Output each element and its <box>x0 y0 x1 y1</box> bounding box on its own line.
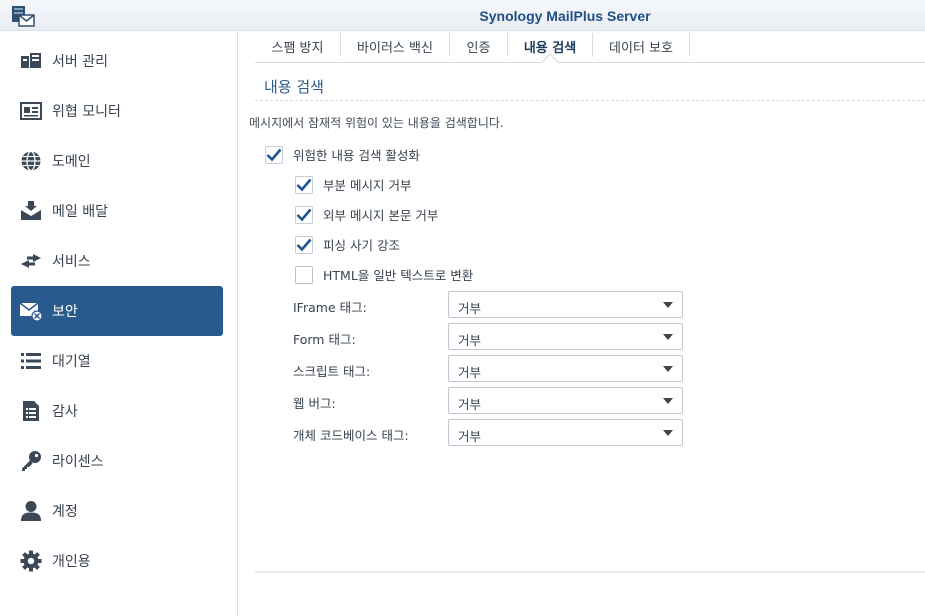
select-value: 거부 <box>458 429 482 444</box>
checkmark-icon <box>296 178 312 191</box>
user-icon <box>19 499 43 523</box>
sidebar-item-label: 메일 배달 <box>52 204 108 220</box>
sidebar-item-label: 개인용 <box>52 554 91 570</box>
checkmark-icon <box>296 238 312 251</box>
sidebar-item-license[interactable]: 라이센스 <box>11 436 223 486</box>
select-value: 거부 <box>458 333 482 348</box>
checkbox-label: 피싱 사기 강조 <box>323 238 400 253</box>
chevron-down-icon[interactable] <box>663 334 673 340</box>
server-icon <box>19 49 43 73</box>
sidebar-item-account[interactable]: 계정 <box>11 486 223 536</box>
checkbox-box[interactable] <box>265 145 283 164</box>
sidebar-item-label: 라이센스 <box>52 454 104 470</box>
checkmark-icon <box>296 208 312 221</box>
sidebar-item-label: 감사 <box>52 404 78 420</box>
iframe-tag-label: IFrame 태그: <box>293 300 367 315</box>
sidebar-item-audit[interactable]: 감사 <box>11 386 223 436</box>
convert-html-to-text-checkbox[interactable]: HTML을 일반 텍스트로 변환 <box>295 265 473 284</box>
iframe-tag-select[interactable]: 거부 <box>448 291 683 318</box>
tab-antivirus[interactable]: 바이러스 백신 <box>341 31 449 62</box>
form-tag-select[interactable]: 거부 <box>448 323 683 350</box>
tab-data-protection[interactable]: 데이터 보호 <box>593 31 689 62</box>
sidebar-item-label: 도메인 <box>52 154 91 170</box>
mail-delivery-icon <box>19 199 43 223</box>
script-tag-label: 스크립트 태그: <box>293 364 371 379</box>
sidebar-item-security[interactable]: 보안 <box>11 286 223 336</box>
checkbox-label: 위험한 내용 검색 활성화 <box>293 148 420 163</box>
reject-external-body-checkbox[interactable]: 외부 메시지 본문 거부 <box>295 205 438 224</box>
sidebar-item-threat-monitor[interactable]: 위협 모니터 <box>11 86 223 136</box>
select-value: 거부 <box>458 365 482 380</box>
mail-shield-icon <box>19 299 43 323</box>
checkmark-icon <box>266 148 282 161</box>
checkbox-label: 부분 메시지 거부 <box>323 178 412 193</box>
chevron-down-icon[interactable] <box>663 430 673 436</box>
checkbox-label: 외부 메시지 본문 거부 <box>323 208 439 223</box>
checkbox-box[interactable] <box>295 235 313 254</box>
sidebar-item-queue[interactable]: 대기열 <box>11 336 223 386</box>
reject-partial-message-checkbox[interactable]: 부분 메시지 거부 <box>295 175 411 194</box>
object-codebase-tag-select[interactable]: 거부 <box>448 419 683 446</box>
sidebar-item-label: 보안 <box>52 304 78 320</box>
checkbox-box[interactable] <box>295 175 313 194</box>
exchange-arrows-icon <box>19 249 43 273</box>
sidebar-item-label: 계정 <box>52 504 78 520</box>
chevron-down-icon[interactable] <box>663 302 673 308</box>
checkbox-label: HTML을 일반 텍스트로 변환 <box>323 268 474 283</box>
globe-icon <box>19 149 43 173</box>
audit-document-icon <box>19 399 43 423</box>
monitor-card-icon <box>19 99 43 123</box>
section-title: 내용 검색 <box>264 78 324 96</box>
sidebar-item-label: 대기열 <box>52 354 91 370</box>
list-icon <box>19 349 43 373</box>
footer-divider <box>255 571 925 573</box>
section-description: 메시지에서 잠재적 위험이 있는 내용을 검색합니다. <box>249 116 504 130</box>
chevron-down-icon[interactable] <box>663 366 673 372</box>
select-value: 거부 <box>458 397 482 412</box>
web-bug-select[interactable]: 거부 <box>448 387 683 414</box>
sidebar-item-personal[interactable]: 개인용 <box>11 536 223 586</box>
tab-anti-spam[interactable]: 스팸 방지 <box>255 31 340 62</box>
sidebar-item-services[interactable]: 서비스 <box>11 236 223 286</box>
checkbox-box[interactable] <box>295 205 313 224</box>
sidebar-item-mail-delivery[interactable]: 메일 배달 <box>11 186 223 236</box>
sidebar-item-label: 위협 모니터 <box>52 104 121 120</box>
script-tag-select[interactable]: 거부 <box>448 355 683 382</box>
section-divider <box>255 100 925 101</box>
select-value: 거부 <box>458 301 482 316</box>
checkbox-box[interactable] <box>295 265 313 284</box>
form-tag-label: Form 태그: <box>293 332 356 347</box>
web-bug-label: 웹 버그: <box>293 396 336 411</box>
sidebar-item-label: 서비스 <box>52 254 91 270</box>
highlight-phishing-checkbox[interactable]: 피싱 사기 강조 <box>295 235 400 254</box>
tab-authentication[interactable]: 인증 <box>450 31 507 62</box>
app-title: Synology MailPlus Server <box>479 8 651 24</box>
title-bar: Synology MailPlus Server <box>0 0 925 31</box>
sidebar-item-server[interactable]: 서버 관리 <box>11 36 223 86</box>
tab-divider <box>689 33 690 57</box>
gear-icon <box>19 549 43 573</box>
chevron-down-icon[interactable] <box>663 398 673 404</box>
tab-bar: 스팸 방지 바이러스 백신 인증 내용 검색 데이터 보호 <box>255 31 925 71</box>
sidebar-item-label: 서버 관리 <box>52 54 108 70</box>
object-codebase-tag-label: 개체 코드베이스 태그: <box>293 428 409 443</box>
sidebar-item-domain[interactable]: 도메인 <box>11 136 223 186</box>
enable-content-scan-checkbox[interactable]: 위험한 내용 검색 활성화 <box>265 145 420 164</box>
sidebar: 서버 관리 위협 모니터 도메인 메일 배달 서비스 보안 대기열 감사 라이센… <box>0 31 238 616</box>
key-icon <box>19 449 43 473</box>
